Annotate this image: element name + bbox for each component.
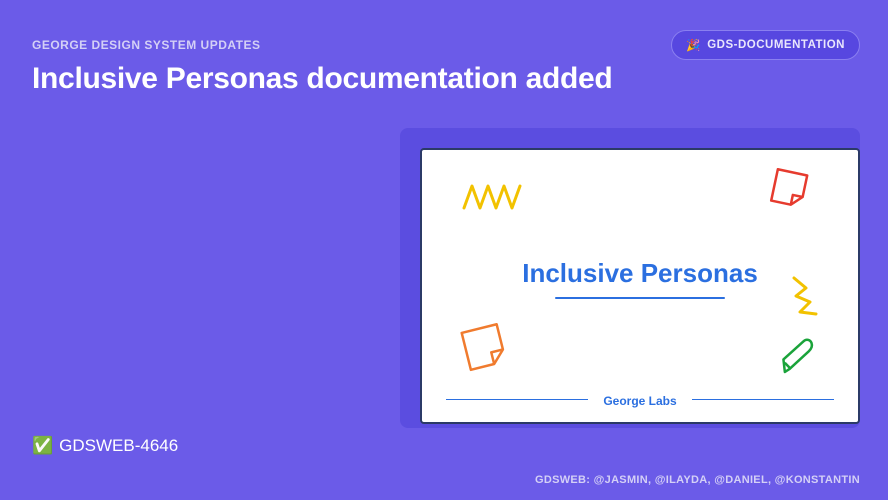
category-badge: 🎉 GDS-DOCUMENTATION (671, 30, 860, 60)
sticky-note-red-icon (768, 168, 810, 210)
credits-line: GDSWEB: @JASMIN, @ILAYDA, @DANIEL, @KONS… (535, 474, 860, 486)
party-icon: 🎉 (686, 38, 701, 52)
card-footer: George Labs (422, 394, 858, 408)
ticket-label: GDSWEB-4646 (59, 436, 178, 456)
checkmark-icon: ✅ (32, 436, 53, 456)
page-title: Inclusive Personas documentation added (32, 62, 612, 96)
badge-label: GDS-DOCUMENTATION (707, 39, 845, 51)
preview-card: Inclusive Personas George Labs (420, 148, 860, 424)
sticky-note-orange-icon (458, 322, 510, 374)
card-title: Inclusive Personas (422, 258, 858, 299)
zigzag-yellow-icon (462, 180, 532, 214)
pencil-green-icon (776, 334, 816, 382)
ticket-id: ✅ GDSWEB-4646 (32, 436, 178, 456)
eyebrow-label: GEORGE DESIGN SYSTEM UPDATES (32, 38, 260, 52)
